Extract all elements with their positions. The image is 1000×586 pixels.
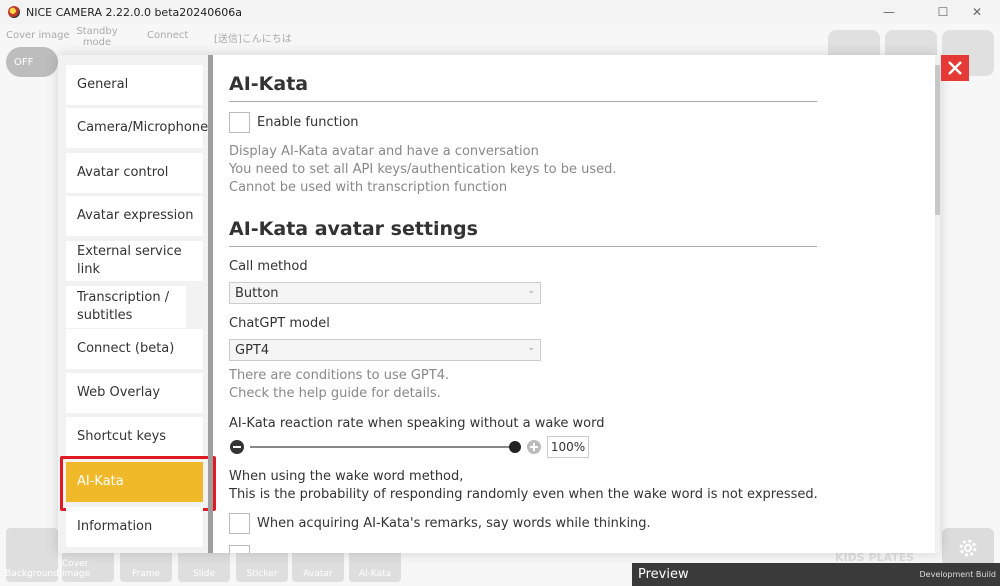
description-line: Cannot be used with transcription functi… — [229, 180, 508, 195]
thinking-words-label: When acquiring AI-Kata's remarks, say wo… — [257, 516, 651, 531]
wake-word-note: When using the wake word method, — [229, 469, 464, 484]
minimize-button[interactable]: — — [866, 0, 912, 24]
title-bar: NICE CAMERA 2.22.0.0 beta20240606a — ☐ ✕ — [0, 0, 1000, 24]
settings-content: AI-Kata Enable function Display AI-Kata … — [229, 55, 929, 553]
cover-image-toggle[interactable]: OFF — [6, 47, 58, 77]
reaction-rate-label: AI-Kata reaction rate when speaking with… — [229, 416, 605, 431]
sidebar-item-general[interactable]: General — [66, 65, 203, 105]
chevron-down-icon: ⌄ — [527, 286, 535, 296]
thinking-words-row[interactable]: When acquiring AI-Kata's remarks, say wo… — [229, 513, 651, 534]
active-item-highlight — [60, 456, 216, 511]
model-note: Check the help guide for details. — [229, 386, 441, 401]
preview-bar: Preview Development Build — [632, 563, 1000, 586]
sidebar-item-shortcut-keys[interactable]: Shortcut keys — [66, 417, 203, 457]
build-label: Development Build — [919, 570, 996, 579]
sidebar-item-information[interactable]: Information — [66, 507, 203, 547]
sidebar-item-external-service-link[interactable]: External service link — [66, 241, 203, 281]
model-note: There are conditions to use GPT4. — [229, 368, 450, 383]
chatgpt-model-select[interactable]: GPT4 ⌄ — [229, 339, 541, 361]
description-line: You need to set all API keys/authenticat… — [229, 162, 617, 177]
window-close-button[interactable]: ✕ — [954, 0, 1000, 24]
enable-function-row[interactable]: Enable function — [229, 112, 359, 133]
section-title-avatar-settings: AI-Kata avatar settings — [229, 218, 478, 240]
enable-function-checkbox[interactable] — [229, 112, 250, 133]
sidebar-item-connect[interactable]: Connect (beta) — [66, 329, 203, 369]
toolbar-background[interactable]: Background — [5, 528, 59, 582]
chatgpt-model-value: GPT4 — [235, 342, 270, 358]
preview-label: Preview — [638, 567, 689, 582]
enable-function-label: Enable function — [257, 115, 359, 130]
content-scrollbar[interactable] — [935, 55, 940, 553]
sidebar-item-camera-microphone[interactable]: Camera/Microphone — [66, 108, 208, 148]
sidebar-item-avatar-control[interactable]: Avatar control — [66, 153, 203, 193]
reaction-rate-input[interactable]: 100% — [547, 436, 589, 458]
top-label-standby-mode[interactable]: Standby mode — [75, 26, 119, 48]
top-label-connect[interactable]: Connect — [147, 30, 188, 41]
window-title: NICE CAMERA 2.22.0.0 beta20240606a — [26, 5, 242, 19]
section-title-ai-kata: AI-Kata — [229, 73, 309, 95]
close-icon — [948, 61, 962, 75]
sidebar-item-avatar-expression[interactable]: Avatar expression — [66, 196, 203, 236]
description-line: Display AI-Kata avatar and have a conver… — [229, 144, 539, 159]
slider-track[interactable] — [250, 446, 515, 448]
next-option-row[interactable] — [229, 545, 257, 553]
plus-icon[interactable] — [527, 440, 541, 454]
call-method-select[interactable]: Button ⌄ — [229, 282, 541, 304]
chevron-down-icon: ⌄ — [527, 343, 535, 353]
sidebar-item-transcription[interactable]: Transcription / subtitles — [66, 286, 186, 328]
sidebar-item-web-overlay[interactable]: Web Overlay — [66, 373, 203, 413]
top-label-message: [送信]こんにちは — [214, 34, 292, 45]
call-method-value: Button — [235, 285, 279, 301]
thinking-words-checkbox[interactable] — [229, 513, 250, 534]
app-logo-icon — [8, 6, 20, 18]
call-method-label: Call method — [229, 259, 308, 274]
top-label-cover-image[interactable]: Cover image — [6, 30, 70, 41]
minus-icon[interactable] — [230, 440, 244, 454]
sidebar-divider — [208, 55, 213, 553]
reaction-rate-slider-row: 100% — [229, 436, 599, 458]
section-divider — [229, 101, 817, 102]
next-option-checkbox[interactable] — [229, 545, 250, 553]
wake-word-note: This is the probability of responding ra… — [229, 487, 818, 502]
settings-button[interactable] — [942, 528, 994, 568]
section-divider — [229, 246, 817, 247]
slider-thumb[interactable] — [509, 441, 521, 453]
dialog-close-button[interactable] — [941, 55, 969, 81]
settings-sidebar: General Camera/Microphone Avatar control… — [58, 55, 216, 553]
chatgpt-model-label: ChatGPT model — [229, 316, 330, 331]
gear-icon — [959, 539, 977, 557]
settings-dialog: General Camera/Microphone Avatar control… — [58, 55, 940, 553]
scrollbar-thumb[interactable] — [935, 65, 940, 215]
